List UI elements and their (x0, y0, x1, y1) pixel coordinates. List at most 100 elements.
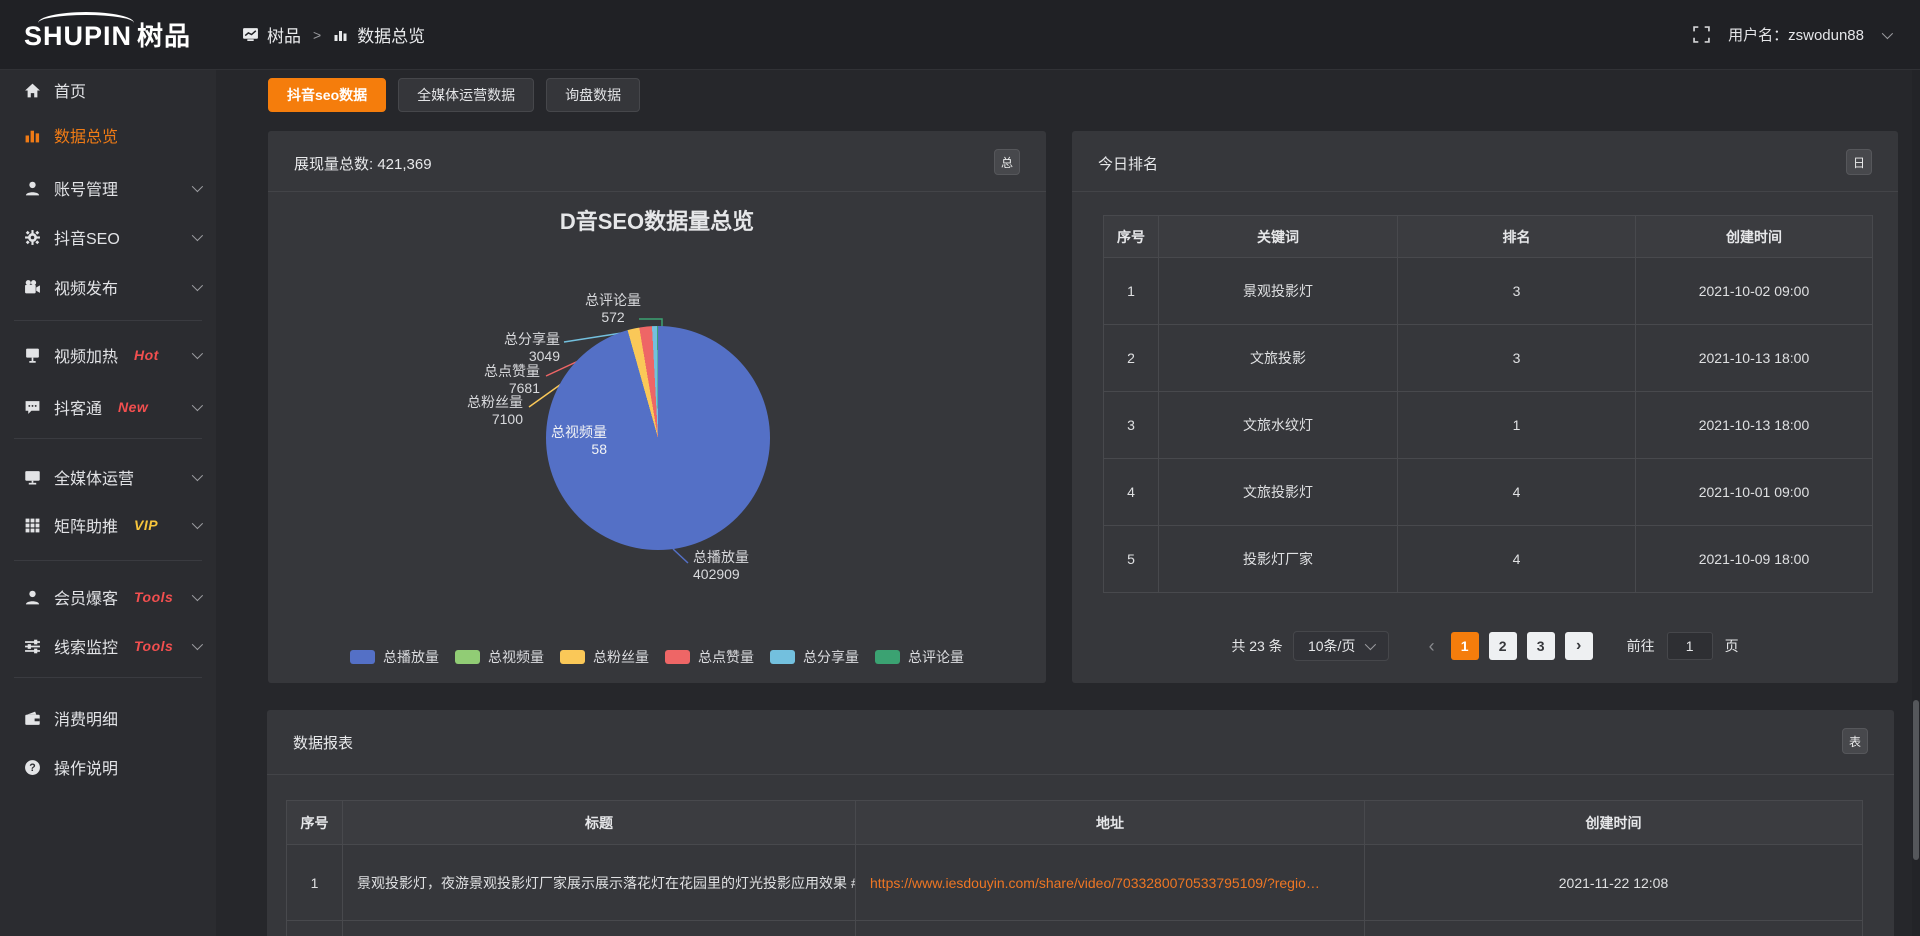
prev-page-button[interactable]: ‹ (1423, 636, 1441, 657)
legend-item-comments[interactable]: 总评论量 (875, 647, 964, 667)
sidebar: 首页 数据总览 账号管理 抖音SEO 视频发布 视频加热 Hot 抖客通 New… (0, 70, 216, 936)
table-row[interactable]: 3文旅水纹灯12021-10-13 18:00 (1104, 392, 1873, 459)
sidebar-item-douketong[interactable]: 抖客通 New (0, 387, 216, 427)
chevron-down-icon (192, 518, 203, 529)
chevron-down-icon (192, 400, 203, 411)
page-button-2[interactable]: 2 (1489, 632, 1517, 660)
sliders-icon (24, 638, 41, 655)
pie-label-fans: 总粉丝量7100 (423, 394, 523, 428)
sidebar-item-label: 视频发布 (54, 275, 118, 299)
monitor-icon (24, 469, 41, 486)
chevron-down-icon[interactable] (1882, 27, 1893, 38)
next-page-button[interactable]: › (1565, 632, 1593, 660)
sidebar-item-label: 首页 (54, 78, 86, 102)
legend-swatch (455, 650, 480, 664)
sidebar-divider (14, 438, 202, 439)
legend-item-videos[interactable]: 总视频量 (455, 647, 544, 667)
total-count-label: 共 23 条 (1231, 636, 1282, 656)
impressions-total-label: 展现量总数: 421,369 (294, 153, 432, 174)
member-icon (24, 589, 41, 606)
sidebar-item-matrix-boost[interactable]: 矩阵助推 VIP (0, 505, 216, 545)
legend-swatch (350, 650, 375, 664)
ranking-table: 序号 关键词 排名 创建时间 1景观投影灯32021-10-02 09:00 2… (1103, 215, 1873, 593)
tab-douyin-seo-data[interactable]: 抖音seo数据 (268, 78, 386, 112)
movie-camera-icon (24, 279, 41, 296)
total-mode-button[interactable]: 总 (994, 149, 1020, 175)
tab-inquiry-data[interactable]: 询盘数据 (546, 78, 640, 112)
sidebar-item-video-publish[interactable]: 视频发布 (0, 267, 216, 307)
tools-badge: Tools (134, 589, 173, 605)
panel-divider (1072, 191, 1898, 192)
sidebar-item-help[interactable]: ? 操作说明 (0, 747, 216, 787)
goto-page-input[interactable] (1667, 632, 1713, 660)
sidebar-item-data-overview[interactable]: 数据总览 (0, 115, 216, 155)
table-mode-button[interactable]: 表 (1842, 728, 1868, 754)
chevron-down-icon (192, 590, 203, 601)
report-table: 序号 标题 地址 创建时间 1 景观投影灯，夜游景观投影灯厂家展示展示落花灯在花… (286, 800, 1863, 936)
video-url-link[interactable]: https://www.iesdouyin.com/share/video/70… (870, 875, 1320, 891)
pie-label-shares: 总分享量3049 (460, 331, 560, 365)
data-tabs: 抖音seo数据 全媒体运营数据 询盘数据 (268, 78, 640, 112)
breadcrumb: 树品 > 数据总览 (242, 22, 425, 47)
table-row[interactable]: 4文旅投影灯42021-10-01 09:00 (1104, 459, 1873, 526)
table-header-row: 序号 标题 地址 创建时间 (287, 801, 1863, 845)
billboard-icon (24, 347, 41, 364)
sidebar-item-lead-monitor[interactable]: 线索监控 Tools (0, 626, 216, 666)
legend-item-likes[interactable]: 总点赞量 (665, 647, 754, 667)
logo-cn: 树品 (137, 21, 191, 51)
page-button-1[interactable]: 1 (1451, 632, 1479, 660)
sidebar-item-member-burst[interactable]: 会员爆客 Tools (0, 577, 216, 617)
table-row[interactable]: 2文旅投影32021-10-13 18:00 (1104, 325, 1873, 392)
chevron-down-icon (192, 348, 203, 359)
table-row[interactable]: 1景观投影灯32021-10-02 09:00 (1104, 258, 1873, 325)
sidebar-item-label: 抖客通 (54, 395, 102, 419)
table-row[interactable]: 1 景观投影灯，夜游景观投影灯厂家展示展示落花灯在花园里的灯光投影应用效果 # … (287, 845, 1863, 921)
vip-badge: VIP (134, 517, 158, 533)
sidebar-item-douyin-seo[interactable]: 抖音SEO (0, 217, 216, 257)
sidebar-item-home[interactable]: 首页 (0, 70, 216, 110)
page-size-select[interactable]: 10条/页 (1293, 631, 1389, 661)
seo-chart-panel: 展现量总数: 421,369 总 D音SEO数据量总览 总评论量572 总分享量… (268, 131, 1046, 683)
chevron-down-icon (192, 181, 203, 192)
scrollbar-thumb[interactable] (1913, 700, 1919, 860)
logo-arc (38, 12, 134, 34)
sidebar-item-spending-detail[interactable]: 消费明细 (0, 698, 216, 738)
wallet-icon (24, 710, 41, 727)
table-row[interactable]: 5投影灯厂家42021-10-09 18:00 (1104, 526, 1873, 593)
gear-icon (24, 229, 41, 246)
legend-item-fans[interactable]: 总粉丝量 (560, 647, 649, 667)
question-icon: ? (24, 759, 41, 776)
page-button-3[interactable]: 3 (1527, 632, 1555, 660)
legend-swatch (665, 650, 690, 664)
main-content: 抖音seo数据 全媒体运营数据 询盘数据 展现量总数: 421,369 总 D音… (216, 70, 1920, 936)
top-bar: SHUPIN树品 树品 > 数据总览 用户名：zswodun88 (0, 0, 1920, 70)
sidebar-item-media-operation[interactable]: 全媒体运营 (0, 457, 216, 497)
breadcrumb-current[interactable]: 数据总览 (357, 22, 425, 47)
sidebar-item-video-heat[interactable]: 视频加热 Hot (0, 335, 216, 375)
data-report-panel: 数据报表 表 序号 标题 地址 创建时间 1 景观投影灯，夜游景观投影灯厂家展示… (267, 710, 1894, 936)
tab-media-operation-data[interactable]: 全媒体运营数据 (398, 78, 534, 112)
ranking-panel-title: 今日排名 (1098, 153, 1158, 174)
fullscreen-icon[interactable] (1693, 26, 1710, 43)
username-label[interactable]: 用户名：zswodun88 (1728, 24, 1864, 45)
legend-item-shares[interactable]: 总分享量 (770, 647, 859, 667)
report-panel-title: 数据报表 (293, 732, 353, 753)
page-unit-label: 页 (1725, 636, 1739, 656)
legend-item-plays[interactable]: 总播放量 (350, 647, 439, 667)
legend-swatch (560, 650, 585, 664)
vertical-scrollbar[interactable] (1912, 70, 1920, 936)
breadcrumb-root[interactable]: 树品 (267, 22, 301, 47)
day-mode-button[interactable]: 日 (1846, 149, 1872, 175)
legend-swatch (770, 650, 795, 664)
goto-label: 前往 (1627, 636, 1655, 656)
sidebar-item-account[interactable]: 账号管理 (0, 168, 216, 208)
sidebar-divider (14, 320, 202, 321)
panel-divider (267, 774, 1894, 775)
pie-chart-area: D音SEO数据量总览 总评论量572 总分享量3049 总点赞量7681 总粉丝… (268, 192, 1046, 683)
sidebar-item-label: 抖音SEO (54, 225, 120, 249)
col-title: 标题 (343, 801, 856, 845)
sidebar-item-label: 线索监控 (54, 634, 118, 658)
chevron-down-icon (192, 230, 203, 241)
svg-text:?: ? (29, 762, 35, 774)
col-rank: 排名 (1398, 216, 1636, 258)
